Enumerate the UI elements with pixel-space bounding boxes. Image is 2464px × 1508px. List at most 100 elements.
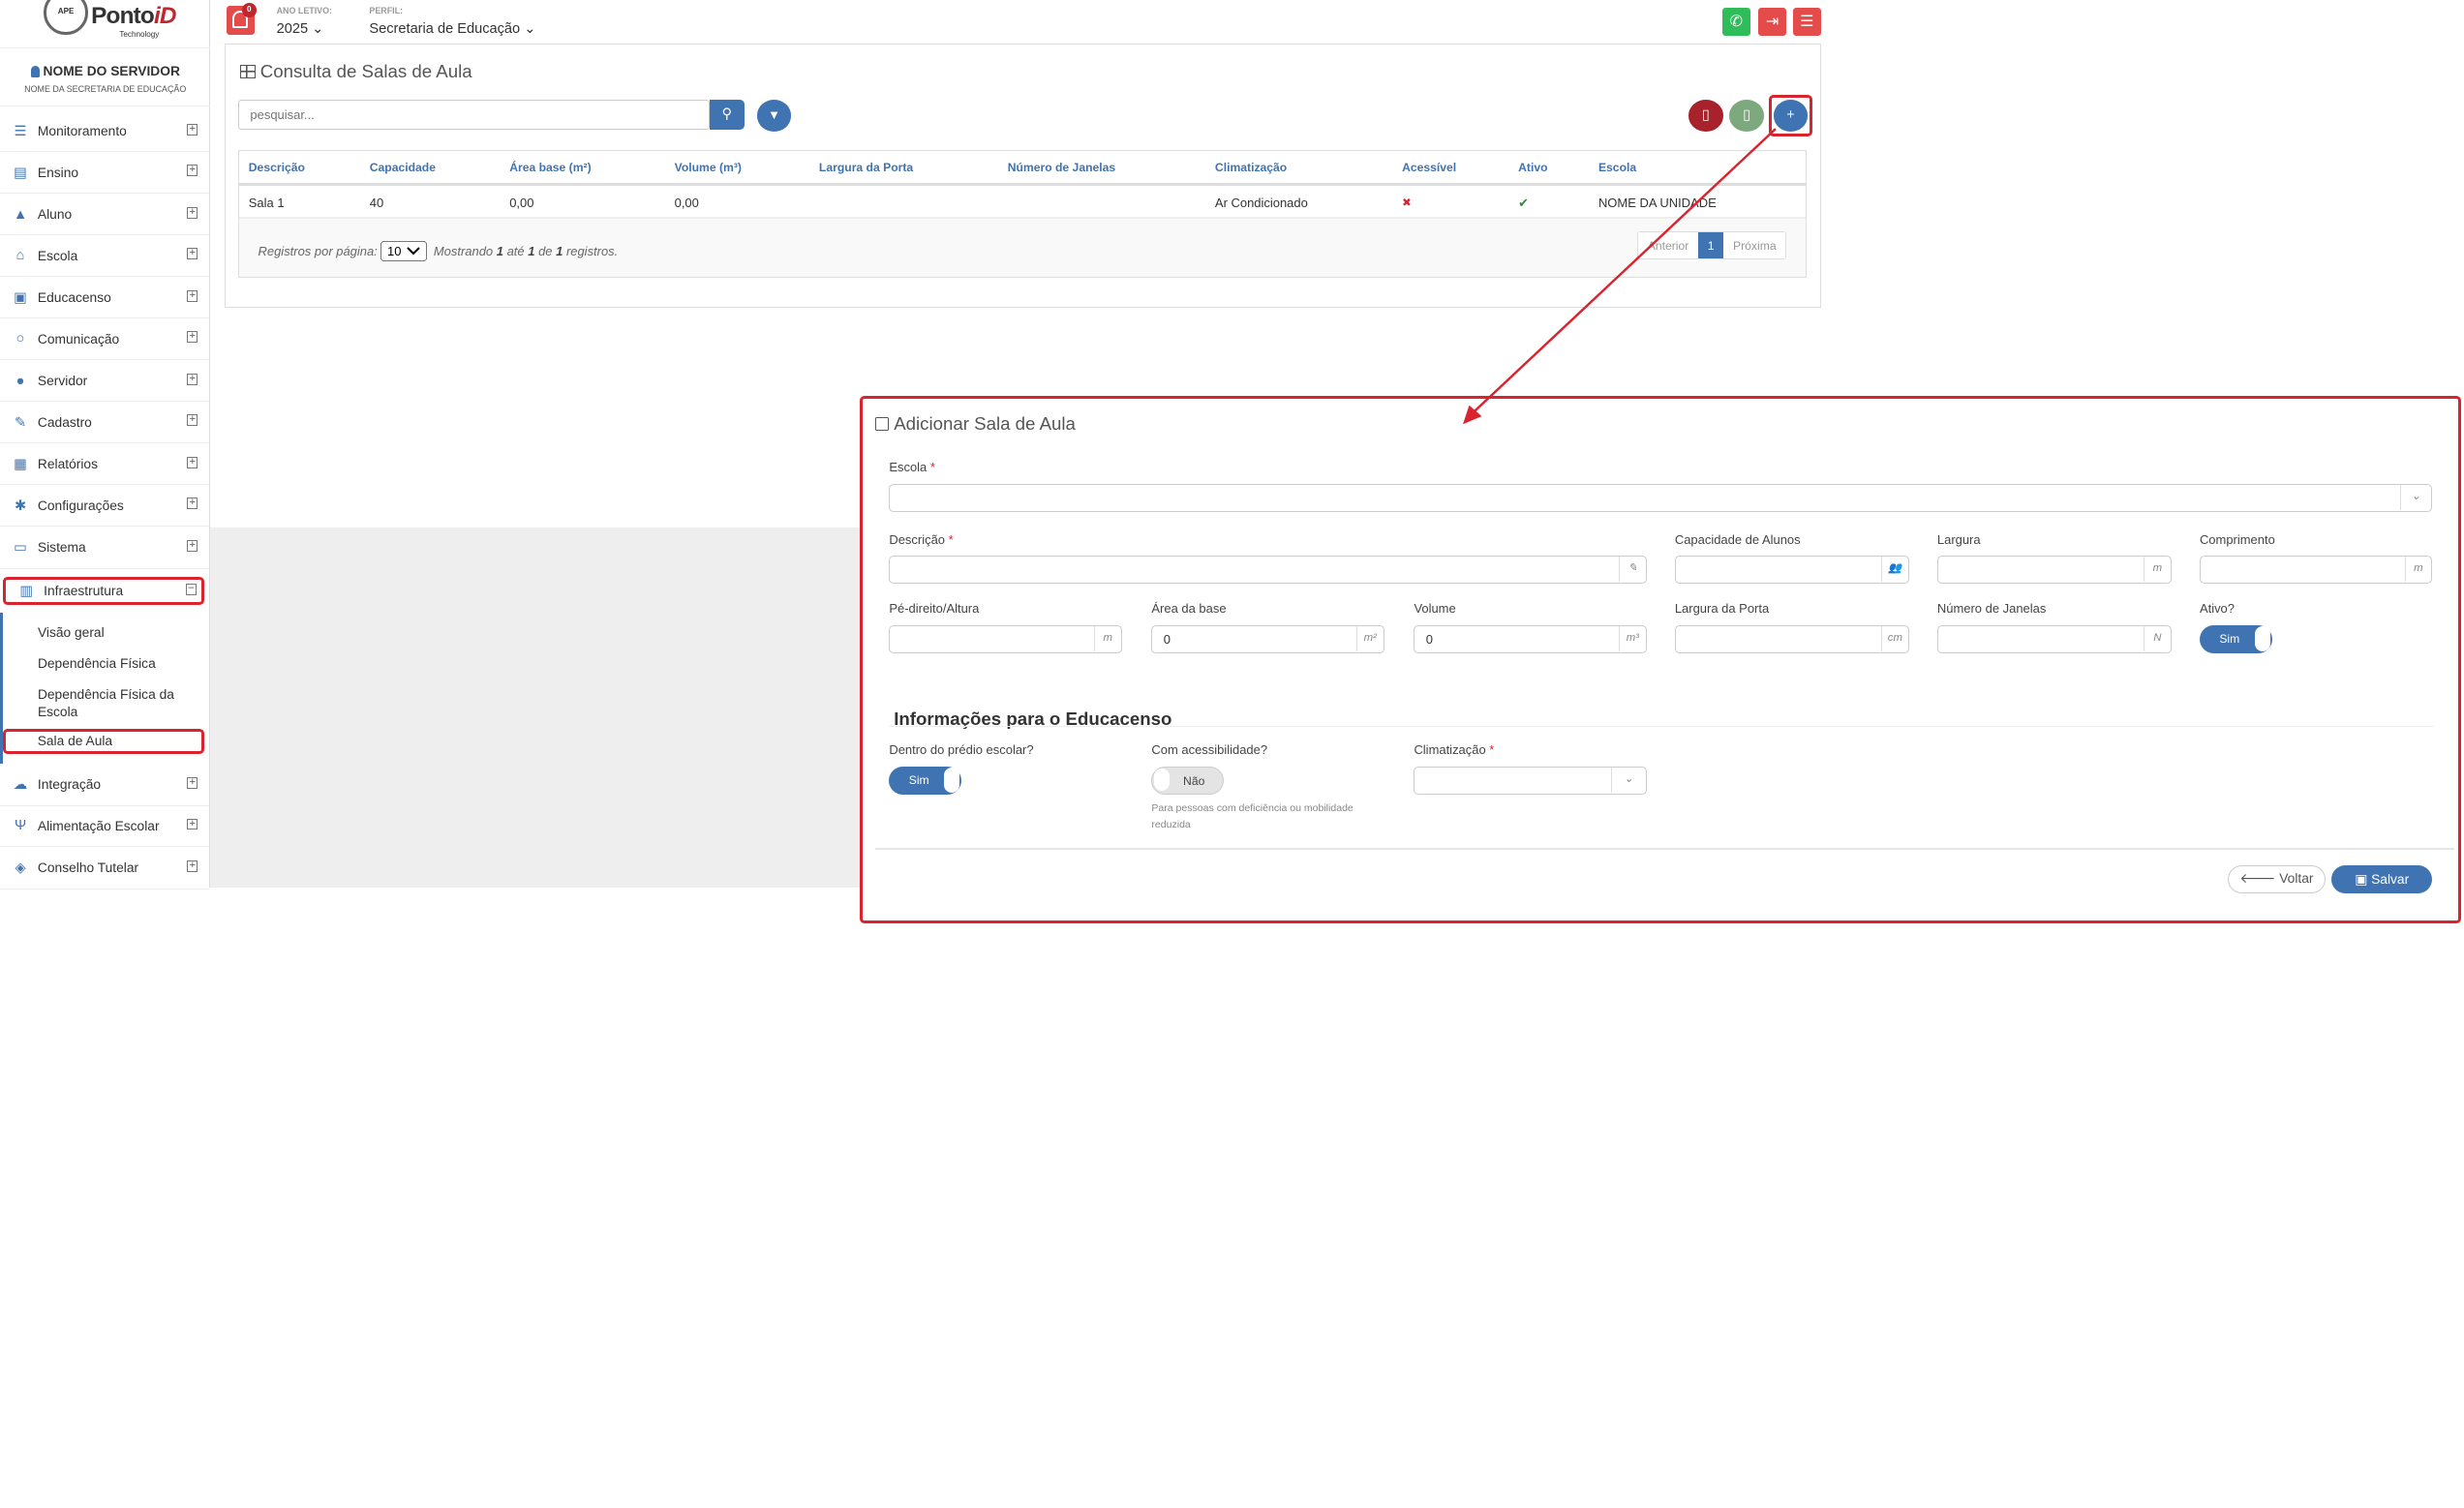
column-header[interactable]: Escola xyxy=(1598,161,1636,174)
unit-m: m xyxy=(2404,557,2432,583)
cell-area: 0,00 xyxy=(509,195,534,210)
sidebar-item-ensino[interactable]: ▤ Ensino + xyxy=(0,152,209,194)
sidebar-item-sistema[interactable]: ▭ Sistema + xyxy=(0,528,209,569)
expand-icon: + xyxy=(187,331,198,343)
ano-letivo-select[interactable]: 2025 ⌄ xyxy=(277,20,324,37)
users-icon: 👥 xyxy=(1881,557,1908,583)
collapse-icon: − xyxy=(185,584,198,595)
form-footer-divider xyxy=(874,848,2454,850)
submenu-dependencia-fisica-escola[interactable]: Dependência Física da Escola xyxy=(38,686,195,721)
sidebar-item-relatorios[interactable]: ▦ Relatórios + xyxy=(0,444,209,486)
pagination: Anterior 1 Próxima xyxy=(1636,230,1787,260)
section-divider xyxy=(889,725,2434,728)
column-header[interactable]: Capacidade xyxy=(370,161,436,174)
submenu-dependencia-fisica[interactable]: Dependência Física xyxy=(38,656,156,671)
submenu-sala-de-aula[interactable]: Sala de Aula xyxy=(3,729,204,755)
largura-porta-label: Largura da Porta xyxy=(1674,601,1770,617)
unit-cm: cm xyxy=(1881,625,1908,651)
column-header[interactable]: Área base (m²) xyxy=(509,161,591,174)
menu-button[interactable]: ☰ xyxy=(1792,8,1822,37)
comprimento-input[interactable]: m xyxy=(2199,556,2433,585)
export-excel-button[interactable]: ▯ xyxy=(1729,100,1764,132)
edit-icon xyxy=(874,416,890,432)
dentro-predio-label: Dentro do prédio escolar? xyxy=(889,742,1034,758)
next-page-button[interactable]: Próxima xyxy=(1723,231,1786,259)
sidebar-item-comunicacao[interactable]: ○ Comunicação + xyxy=(0,318,209,360)
column-header[interactable]: Acessível xyxy=(1402,161,1456,174)
sidebar-item-educacenso[interactable]: ▣ Educacenso + xyxy=(0,278,209,319)
salas-table: Descrição Capacidade Área base (m²) Volu… xyxy=(238,150,1807,278)
ano-letivo-label: ANO LETIVO: xyxy=(276,6,333,16)
per-page-select[interactable]: 10 xyxy=(380,240,428,261)
excel-file-icon: ▯ xyxy=(1743,107,1751,124)
largura-label: Largura xyxy=(1936,531,1981,547)
sidebar-item-integracao[interactable]: ☁ Integração + xyxy=(0,765,209,806)
book-icon: ▤ xyxy=(14,165,27,181)
user-icon: ● xyxy=(15,373,25,389)
voltar-button[interactable]: 🡐 Voltar xyxy=(2228,865,2326,894)
submenu-visao-geral[interactable]: Visão geral xyxy=(38,625,105,640)
arrow-left-icon: 🡐 xyxy=(2239,871,2276,886)
logo-sub: Technology xyxy=(119,29,160,39)
descricao-input[interactable]: ✎ xyxy=(889,556,1647,585)
expand-icon: + xyxy=(187,248,198,259)
expand-icon: + xyxy=(187,860,198,872)
janelas-input[interactable]: N xyxy=(1936,624,2172,653)
sidebar-item-conselho-tutelar[interactable]: ◈ Conselho Tutelar + xyxy=(0,848,209,890)
logout-button[interactable]: ⇥ xyxy=(1758,8,1787,37)
ativo-toggle[interactable]: Sim xyxy=(2199,624,2272,653)
logo[interactable]: APE PontoiD Technology xyxy=(38,0,176,44)
sidebar-item-aluno[interactable]: ▲ Aluno + xyxy=(0,195,209,236)
search-button[interactable]: ⚲ xyxy=(709,100,745,131)
shield-icon: ◈ xyxy=(15,860,26,877)
expand-icon: + xyxy=(187,374,198,385)
expand-icon: + xyxy=(187,457,198,468)
institution-icon: ⌂ xyxy=(15,248,25,264)
add-button[interactable]: + xyxy=(1773,100,1809,132)
capacidade-input[interactable]: 👥 xyxy=(1674,556,1909,585)
column-header[interactable]: Volume (m³) xyxy=(675,161,742,174)
sidebar-item-cadastro[interactable]: ✎ Cadastro + xyxy=(0,402,209,443)
column-header[interactable]: Climatização xyxy=(1215,161,1287,174)
sidebar-item-servidor[interactable]: ● Servidor + xyxy=(0,361,209,403)
descricao-label: Descrição * xyxy=(889,531,954,547)
column-header[interactable]: Ativo xyxy=(1518,161,1547,174)
logo-brand: PontoiD xyxy=(91,3,176,30)
perfil-select[interactable]: Secretaria de Educação ⌄ xyxy=(369,20,535,37)
expand-icon: + xyxy=(187,207,198,219)
search-input[interactable] xyxy=(238,100,710,131)
prev-page-button[interactable]: Anterior xyxy=(1637,231,1699,259)
escola-select[interactable]: ⌄ xyxy=(889,483,2433,512)
user-org: NOME DA SECRETARIA DE EDUCAÇÃO xyxy=(24,84,187,95)
largura-input[interactable]: m xyxy=(1936,556,2172,585)
pe-direito-input[interactable]: m xyxy=(889,624,1122,653)
check-icon: ✔ xyxy=(1518,195,1530,210)
dentro-predio-toggle[interactable]: Sim xyxy=(889,766,961,795)
filter-button[interactable]: ▼ xyxy=(756,100,792,132)
area-base-input[interactable]: 0 m² xyxy=(1151,624,1384,653)
column-header[interactable]: Descrição xyxy=(249,161,305,174)
area-base-label: Área da base xyxy=(1151,601,1227,617)
unit-m: m xyxy=(2144,557,2171,583)
cell-escola: NOME DA UNIDADE xyxy=(1597,195,1717,210)
edit-icon: ✎ xyxy=(1619,557,1646,583)
salvar-button[interactable]: ▣ Salvar xyxy=(2331,865,2433,894)
climatizacao-select[interactable]: ⌄ xyxy=(1414,766,1647,795)
user-block: NOME DO SERVIDOR NOME DA SECRETARIA DE E… xyxy=(0,46,211,107)
sidebar-item-escola[interactable]: ⌂ Escola + xyxy=(0,235,209,277)
user-name: NOME DO SERVIDOR xyxy=(0,64,210,78)
acessibilidade-toggle[interactable]: Não xyxy=(1151,766,1225,795)
largura-porta-input[interactable]: cm xyxy=(1674,624,1909,653)
logout-icon: ⇥ xyxy=(1765,13,1780,31)
page-1-button[interactable]: 1 xyxy=(1698,231,1724,259)
header-divider xyxy=(239,182,1806,186)
whatsapp-button[interactable]: ✆ xyxy=(1721,8,1750,37)
sidebar-item-infraestrutura[interactable]: ▥ Infraestrutura − xyxy=(3,576,204,605)
export-pdf-button[interactable]: ▯ xyxy=(1688,100,1723,132)
sidebar-item-monitoramento[interactable]: ☰ Monitoramento + xyxy=(0,111,209,153)
column-header[interactable]: Número de Janelas xyxy=(1008,161,1115,174)
column-header[interactable]: Largura da Porta xyxy=(819,161,913,174)
sidebar-item-configuracoes[interactable]: ✱ Configurações + xyxy=(0,485,209,527)
volume-input[interactable]: 0 m³ xyxy=(1414,624,1647,653)
sidebar-item-alimentacao[interactable]: Ψ Alimentação Escolar + xyxy=(0,806,209,847)
